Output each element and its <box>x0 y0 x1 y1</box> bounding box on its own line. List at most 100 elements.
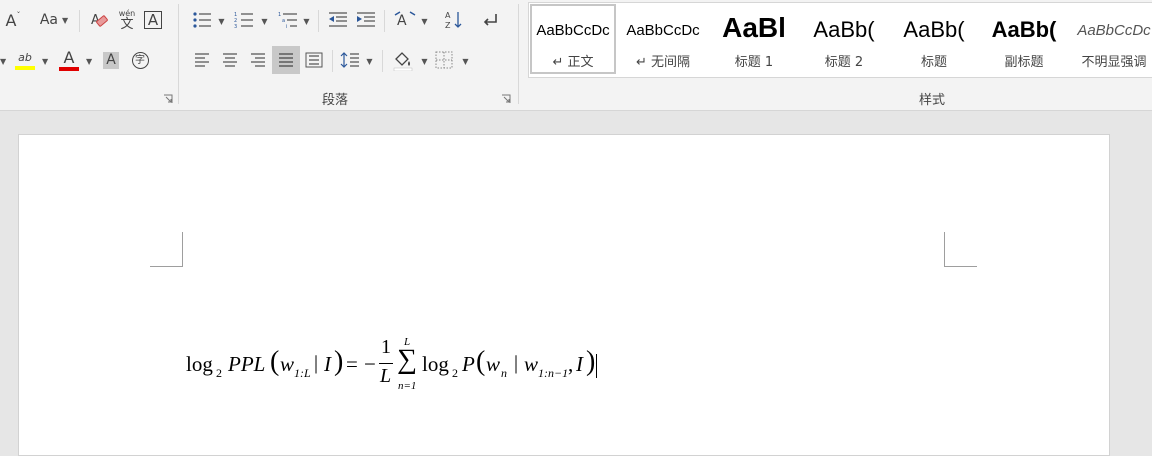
align-right-button[interactable] <box>246 48 270 72</box>
font-color-dropdown-icon[interactable]: ▼ <box>86 57 92 66</box>
style-preview: AaBb( <box>813 17 875 42</box>
justify-button[interactable] <box>272 46 300 74</box>
styles-group-label: 样式 <box>919 93 946 108</box>
shrink-font-icon: A <box>5 10 17 30</box>
text-direction-button[interactable]: A <box>392 8 418 32</box>
svg-text:3: 3 <box>234 24 237 29</box>
style-preview: AaBb( <box>903 17 965 42</box>
style-subtle-emphasis[interactable]: AaBbCcDc 不明显强调 <box>1069 3 1152 75</box>
lhs-log: log <box>186 352 213 376</box>
styles-gallery: AaBbCcDc ↵ 正文 AaBbCcDc ↵ 无间隔 AaBl 标题 1 A… <box>528 2 1152 78</box>
svg-text:a: a <box>282 18 285 24</box>
multilevel-list-icon: 1 a i <box>278 12 297 29</box>
text-direction-icon: A <box>394 11 416 29</box>
font-color-button[interactable]: A <box>56 46 82 74</box>
fraction-denominator: L <box>380 365 392 387</box>
line-spacing-icon <box>340 52 359 68</box>
highlight-dropdown-icon[interactable]: ▼ <box>42 57 48 66</box>
bullets-button[interactable] <box>190 8 214 32</box>
text-highlight-button[interactable]: ab <box>12 46 38 74</box>
margin-corner-top-left <box>150 232 183 267</box>
paragraph-separator-4 <box>382 50 383 72</box>
align-center-button[interactable] <box>218 48 242 72</box>
phonetic-guide-button[interactable]: wén 文 <box>114 6 140 34</box>
bullets-dropdown-icon[interactable]: ▼ <box>217 17 226 26</box>
lhs-bar: | <box>314 352 319 374</box>
sort-az-icon: A Z <box>445 11 462 30</box>
character-shading-button[interactable]: A <box>100 49 122 71</box>
rhs-p: P <box>462 352 475 376</box>
enclose-characters-button[interactable]: 字 <box>128 49 152 71</box>
sort-button[interactable]: A Z <box>442 8 466 32</box>
style-name: 副标题 <box>1004 55 1044 70</box>
line-spacing-dropdown-icon[interactable]: ▼ <box>365 57 374 66</box>
style-subtitle[interactable]: AaBb( 副标题 <box>979 3 1069 75</box>
text-direction-dropdown-icon[interactable]: ▼ <box>420 17 429 26</box>
rhs-log: log <box>422 352 449 376</box>
font-dialog-launcher-icon[interactable] <box>163 94 173 104</box>
svg-text:i: i <box>286 24 287 29</box>
borders-dropdown-icon[interactable]: ▼ <box>461 57 470 66</box>
font-color-bar <box>59 67 79 71</box>
justify-icon <box>279 53 293 67</box>
borders-icon <box>435 51 453 69</box>
style-heading-2[interactable]: AaBb( 标题 2 <box>799 3 889 75</box>
shading-button[interactable] <box>390 46 416 74</box>
style-preview: AaBb( <box>991 17 1057 42</box>
style-heading-1[interactable]: AaBl 标题 1 <box>709 3 799 75</box>
shrink-font-button[interactable]: A ˇ <box>2 8 24 32</box>
shrink-arrow-icon: ˇ <box>16 10 21 20</box>
eraser-icon: A <box>91 13 108 28</box>
shading-dropdown-icon[interactable]: ▼ <box>420 57 429 66</box>
paragraph-dialog-launcher-icon[interactable] <box>501 94 511 104</box>
style-name: ↵ 无间隔 <box>635 55 691 70</box>
rhs-i: I <box>576 352 583 376</box>
style-preview: AaBl <box>722 12 786 43</box>
document-page[interactable] <box>18 134 1110 456</box>
fraction-numerator: 1 <box>381 336 391 358</box>
multilevel-list-button[interactable]: 1 a i <box>276 8 300 32</box>
style-preview: AaBbCcDc <box>1077 22 1151 39</box>
change-case-icon: Aa <box>39 12 58 28</box>
numbering-dropdown-icon[interactable]: ▼ <box>260 17 269 26</box>
borders-button[interactable] <box>432 48 456 72</box>
fraction-bar <box>379 363 393 364</box>
rhs-open-paren: ( <box>476 346 486 377</box>
decrease-indent-button[interactable] <box>326 8 350 32</box>
align-right-icon <box>251 53 265 67</box>
align-left-icon <box>195 53 209 67</box>
paragraph-separator-3 <box>332 50 333 72</box>
style-title[interactable]: AaBb( 标题 <box>889 3 979 75</box>
style-preview: AaBbCcDc <box>626 22 700 39</box>
margin-corner-top-right <box>944 232 977 267</box>
style-no-spacing[interactable]: AaBbCcDc ↵ 无间隔 <box>619 3 707 75</box>
rhs-wn-subscript: n <box>501 366 507 380</box>
lhs-log-base: 2 <box>216 366 222 380</box>
dropdown-arrow-left-icon[interactable]: ▼ <box>0 57 6 66</box>
clear-formatting-button[interactable]: A <box>86 8 112 32</box>
numbering-button[interactable]: 1 2 3 <box>232 8 256 32</box>
paragraph-separator-1 <box>318 10 319 32</box>
style-normal[interactable]: AaBbCcDc ↵ 正文 <box>529 3 617 75</box>
font-separator <box>79 10 80 32</box>
line-spacing-button[interactable] <box>338 48 362 72</box>
svg-text:Z: Z <box>445 21 451 30</box>
lhs-w-subscript: 1:L <box>294 366 311 380</box>
phonetic-guide-char: 文 <box>120 16 134 32</box>
lhs-ppl: PPL <box>228 352 266 376</box>
rhs-wn: w <box>486 352 501 376</box>
style-preview: AaBbCcDc <box>536 22 610 39</box>
paragraph-separator-2 <box>384 10 385 32</box>
rhs-log-base: 2 <box>452 366 458 380</box>
increase-indent-button[interactable] <box>354 8 378 32</box>
distributed-button[interactable] <box>302 48 326 72</box>
multilevel-list-dropdown-icon[interactable]: ▼ <box>302 17 311 26</box>
increase-indent-icon <box>357 12 375 27</box>
summation-symbol: ∑ <box>397 344 417 375</box>
show-hide-marks-button[interactable] <box>478 8 502 32</box>
align-left-button[interactable] <box>190 48 214 72</box>
change-case-button[interactable]: Aa ▼ <box>36 8 72 32</box>
rhs-w-subscript: 1:n−1 <box>538 366 569 380</box>
equals-sign: = <box>346 352 358 376</box>
character-border-button[interactable]: A <box>142 9 164 31</box>
